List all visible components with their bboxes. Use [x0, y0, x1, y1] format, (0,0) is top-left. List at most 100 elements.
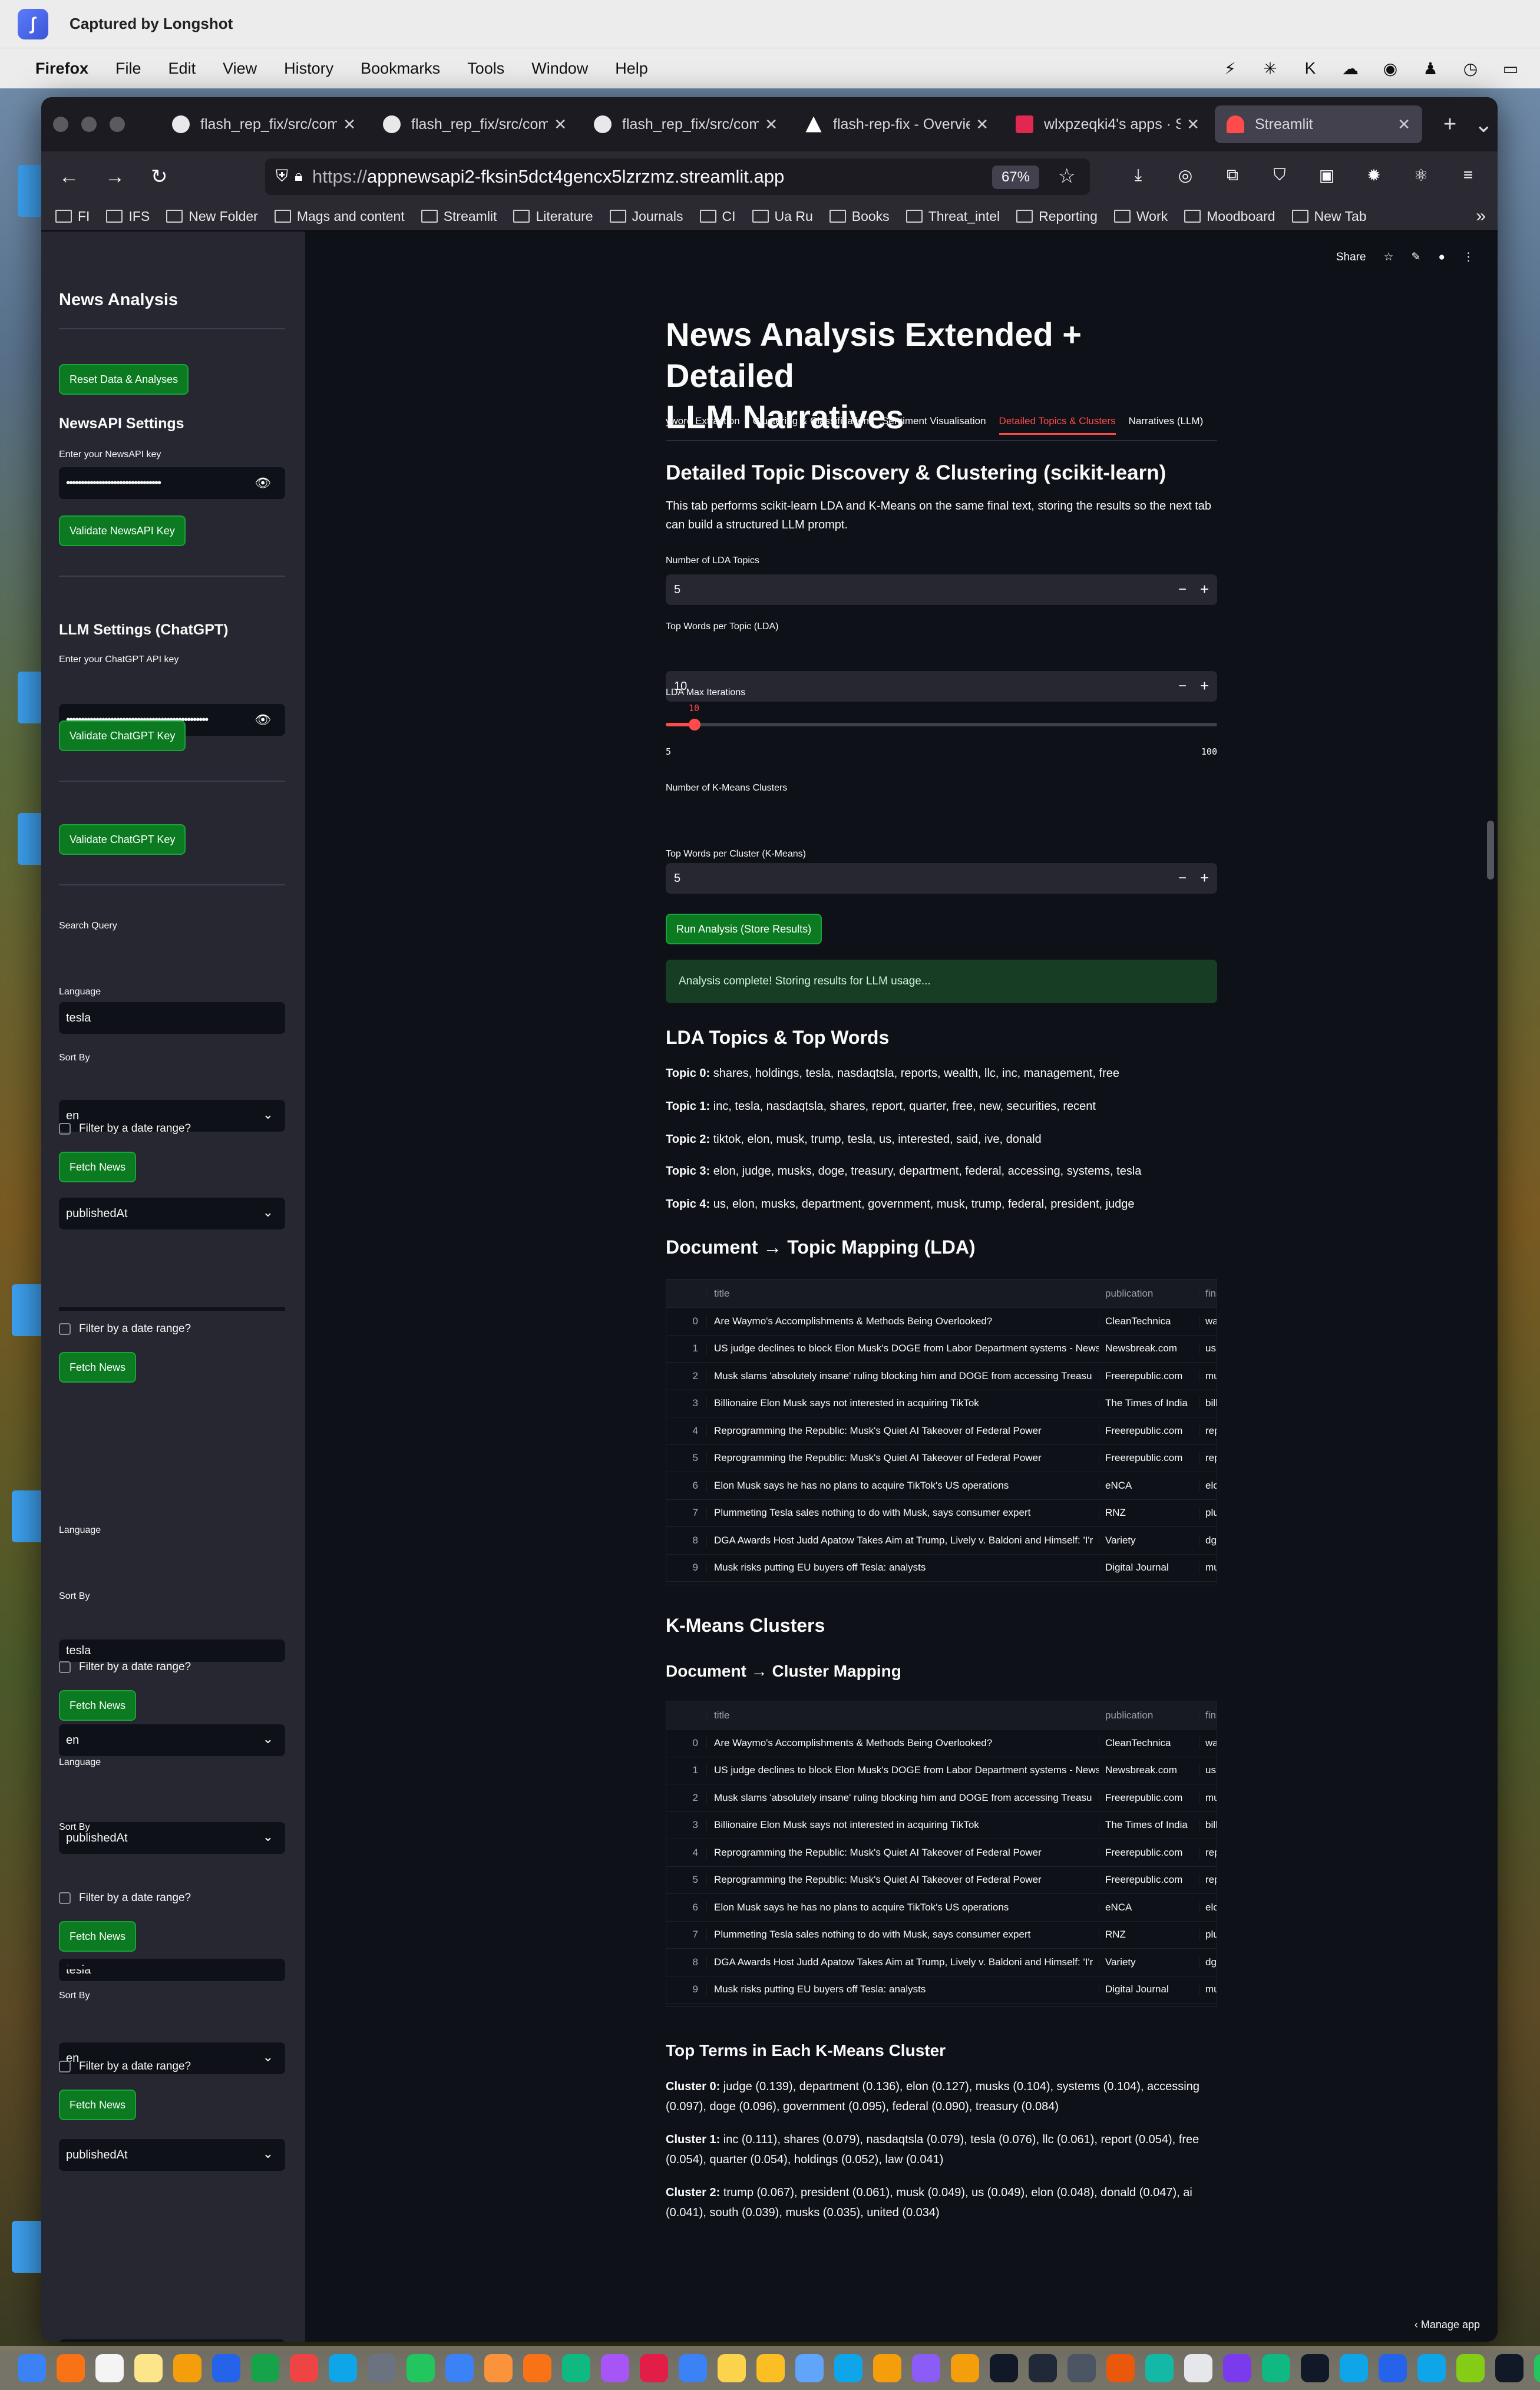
- dock-app-icon[interactable]: [562, 2353, 590, 2382]
- dock-app-icon[interactable]: [445, 2353, 474, 2382]
- table-row[interactable]: 4 Reprogramming the Republic: Musk's Quie…: [666, 1839, 1217, 1867]
- menu-help[interactable]: Help: [615, 59, 648, 78]
- bookmarks-overflow-icon[interactable]: »: [1476, 206, 1486, 226]
- table-row[interactable]: 8 DGA Awards Host Judd Apatow Takes Aim a…: [666, 1949, 1217, 1976]
- tab-list-chevron-icon[interactable]: ⌄: [1474, 111, 1493, 138]
- close-tab-icon[interactable]: ✕: [1397, 115, 1410, 134]
- page-scrollbar[interactable]: [1487, 821, 1494, 880]
- browser-tab-active[interactable]: Streamlit ✕: [1215, 105, 1422, 143]
- url-bar[interactable]: ⛨ 🔒︎ https://appnewsapi2-fksin5dct4gencx…: [265, 158, 1090, 195]
- extension-icon[interactable]: ⧉: [1221, 163, 1244, 187]
- dock-app-icon[interactable]: [1029, 2353, 1057, 2382]
- bookmark-folder[interactable]: Journals: [610, 209, 683, 224]
- forward-icon[interactable]: →: [105, 166, 125, 189]
- dock-app-icon[interactable]: [873, 2353, 901, 2382]
- table-row[interactable]: 9 Musk risks putting EU buyers off Tesla:…: [666, 1976, 1217, 2004]
- dock-app-icon[interactable]: [1495, 2353, 1524, 2382]
- close-tab-icon[interactable]: ✕: [554, 115, 567, 134]
- column-header[interactable]: fina: [1199, 1709, 1217, 1721]
- desktop-folder-icon[interactable]: [12, 1490, 44, 1542]
- dock-app-icon[interactable]: [18, 2353, 46, 2382]
- bookmark-star-icon[interactable]: ☆: [1058, 164, 1076, 188]
- dock-app-icon[interactable]: [756, 2353, 785, 2382]
- table-row[interactable]: 7 Plummeting Tesla sales nothing to do wi…: [666, 1922, 1217, 1949]
- language-select[interactable]: en ⌄: [59, 1724, 285, 1756]
- table-row[interactable]: 1 US judge declines to block Elon Musk's …: [666, 1757, 1217, 1784]
- close-tab-icon[interactable]: ✕: [1187, 115, 1199, 134]
- tray-cloud-icon[interactable]: ☁: [1339, 57, 1362, 80]
- close-window-button[interactable]: [53, 117, 68, 132]
- column-header[interactable]: title: [706, 1287, 1099, 1300]
- bookmark-folder[interactable]: Mags and content: [275, 209, 405, 224]
- bookmark-folder[interactable]: New Folder: [166, 209, 258, 224]
- validate-newsapi-button[interactable]: Validate NewsAPI Key: [59, 515, 186, 546]
- column-header[interactable]: title: [706, 1709, 1099, 1721]
- increment-icon[interactable]: +: [1200, 580, 1209, 599]
- edit-icon[interactable]: ✎: [1412, 250, 1421, 264]
- kmeans-clusters-stepper[interactable]: 5− +: [666, 863, 1217, 894]
- table-row[interactable]: 0 Are Waymo's Accomplishments & Methods B…: [666, 1308, 1217, 1336]
- bookmark-folder[interactable]: Reporting: [1016, 209, 1098, 224]
- dock-app-icon[interactable]: [1379, 2353, 1407, 2382]
- dock-app-icon[interactable]: [718, 2353, 746, 2382]
- dock-app-icon[interactable]: [1223, 2353, 1251, 2382]
- search-query-input[interactable]: tesla: [59, 1959, 285, 1981]
- more-menu-icon[interactable]: ⋮: [1463, 250, 1474, 264]
- validate-chatgpt-button[interactable]: Validate ChatGPT Key: [59, 720, 186, 751]
- dock-app-icon[interactable]: [1106, 2353, 1135, 2382]
- dock-app-icon[interactable]: [290, 2353, 318, 2382]
- column-header[interactable]: publication: [1099, 1287, 1199, 1300]
- fetch-news-button[interactable]: Fetch News: [59, 2090, 137, 2120]
- dock-app-icon[interactable]: [173, 2353, 201, 2382]
- desktop-folder-icon[interactable]: [12, 2221, 44, 2273]
- menu-edit[interactable]: Edit: [168, 59, 196, 78]
- desktop-folder-icon[interactable]: [12, 1284, 44, 1336]
- lda-topics-stepper[interactable]: 5− +: [666, 574, 1217, 605]
- date-range-checkbox[interactable]: Filter by a date range?: [59, 1323, 285, 1336]
- checkbox-box[interactable]: [59, 1123, 71, 1135]
- extension-3-icon[interactable]: ✹: [1362, 163, 1386, 187]
- bookmark-folder[interactable]: Moodboard: [1184, 209, 1275, 224]
- dock-app-icon[interactable]: [1301, 2353, 1329, 2382]
- menu-window[interactable]: Window: [531, 59, 588, 78]
- github-icon[interactable]: ●: [1439, 251, 1445, 264]
- fetch-news-button[interactable]: Fetch News: [59, 1690, 137, 1721]
- bookmark-folder[interactable]: Streamlit: [421, 209, 497, 224]
- bookmark-folder[interactable]: CI: [700, 209, 736, 224]
- slider-track[interactable]: [666, 723, 1217, 726]
- date-range-checkbox[interactable]: Filter by a date range?: [59, 1122, 285, 1135]
- fetch-news-button[interactable]: Fetch News: [59, 1352, 137, 1383]
- reset-data-button[interactable]: Reset Data & Analyses: [59, 364, 189, 395]
- browser-tab[interactable]: wlxpzeqki4's apps · S ✕: [1004, 105, 1211, 143]
- download-icon[interactable]: ⤓: [1126, 163, 1150, 187]
- checkbox-box[interactable]: [59, 1323, 71, 1335]
- dock-app-icon[interactable]: [834, 2353, 862, 2382]
- dock-app-icon[interactable]: [368, 2353, 396, 2382]
- bookmark-folder[interactable]: Work: [1114, 209, 1168, 224]
- dock-app-icon[interactable]: [951, 2353, 979, 2382]
- bookmark-folder[interactable]: FI: [55, 209, 90, 224]
- bookmark-folder[interactable]: Literature: [513, 209, 593, 224]
- menu-hamburger-icon[interactable]: ≡: [1456, 163, 1480, 187]
- table-row[interactable]: 6 Elon Musk says he has no plans to acqui…: [666, 1472, 1217, 1500]
- table-row[interactable]: 7 Plummeting Tesla sales nothing to do wi…: [666, 1500, 1217, 1527]
- sort-by-select[interactable]: publishedAt⌄: [59, 1198, 285, 1229]
- doc-topic-table[interactable]: titlepublicationfina 0 Are Waymo's Accompl…: [666, 1279, 1217, 1585]
- checkbox-box[interactable]: [59, 1661, 71, 1673]
- tray-clock-icon[interactable]: ◷: [1459, 57, 1482, 80]
- dock-app-icon[interactable]: [990, 2353, 1018, 2382]
- dock-app-icon[interactable]: [57, 2353, 85, 2382]
- dock-app-icon[interactable]: [1145, 2353, 1174, 2382]
- sort-by-select[interactable]: publishedAt⌄: [59, 2139, 285, 2171]
- table-row[interactable]: 3 Billionaire Elon Musk says not interest…: [666, 1390, 1217, 1417]
- run-analysis-button[interactable]: Run Analysis (Store Results): [666, 914, 822, 944]
- browser-tab[interactable]: flash_rep_fix/src/com ✕: [160, 105, 368, 143]
- dock-app-icon[interactable]: [601, 2353, 629, 2382]
- dock-app-icon[interactable]: [679, 2353, 707, 2382]
- date-range-checkbox[interactable]: Filter by a date range?: [59, 1661, 285, 1674]
- checkbox-box[interactable]: [59, 1892, 71, 1904]
- dock-app-icon[interactable]: [523, 2353, 551, 2382]
- menu-file[interactable]: File: [115, 59, 141, 78]
- dock-app-icon[interactable]: [1534, 2353, 1540, 2382]
- dock-app-icon[interactable]: [329, 2353, 357, 2382]
